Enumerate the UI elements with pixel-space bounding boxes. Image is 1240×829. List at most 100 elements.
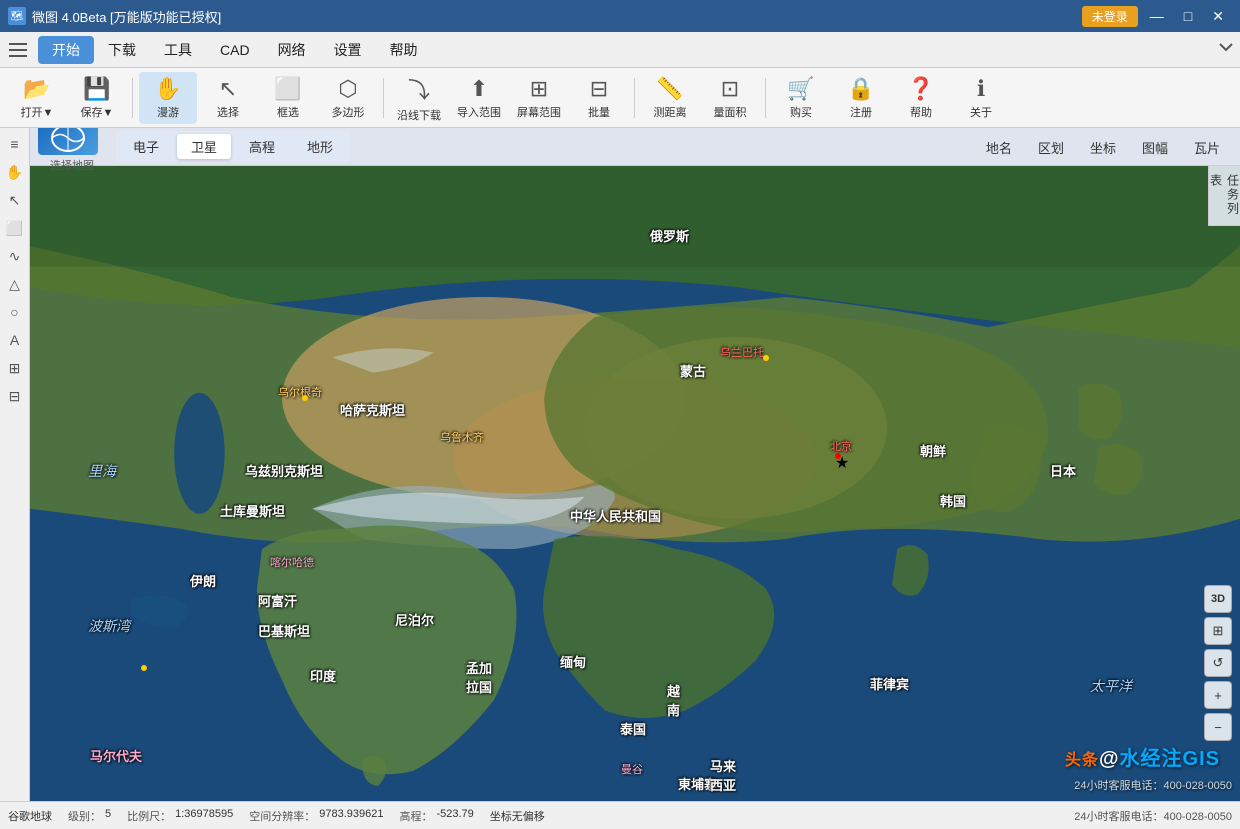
sidebar-tool-2[interactable]: ✋ <box>3 160 27 184</box>
maximize-button[interactable]: □ <box>1176 5 1200 27</box>
minimize-button[interactable]: — <box>1142 5 1172 27</box>
map-btn-mapsheet[interactable]: 图幅 <box>1130 134 1180 161</box>
map-tab-terrain[interactable]: 地形 <box>293 134 347 159</box>
main-layout: ≡ ✋ ↖ ⬜ ∿ △ ○ A ⊞ ⊟ <box>0 128 1240 801</box>
sidebar-tool-10[interactable]: ⊟ <box>3 384 27 408</box>
line-download-button[interactable]: ⤵ 沿线下载 <box>390 72 448 124</box>
menu-item-network[interactable]: 网络 <box>264 36 320 64</box>
sidebar-tool-8[interactable]: A <box>3 328 27 352</box>
task-list-button[interactable]: 任务列表 <box>1208 166 1240 226</box>
toolbar-separator-4 <box>765 78 766 118</box>
register-button[interactable]: 🔒 注册 <box>832 72 890 124</box>
map-tab-group: 电子 卫星 高程 地形 <box>116 131 350 162</box>
select-button[interactable]: ↖ 选择 <box>199 72 257 124</box>
open-button[interactable]: 📂 打开▼ <box>8 72 66 124</box>
purchase-icon: 🛒 <box>787 76 814 102</box>
login-button[interactable]: 未登录 <box>1082 6 1138 27</box>
sidebar-tool-7[interactable]: ○ <box>3 300 27 324</box>
sidebar-tool-5[interactable]: ∿ <box>3 244 27 268</box>
menubar: 开始 下载 工具 CAD 网络 设置 帮助 <box>0 32 1240 68</box>
box-select-button[interactable]: ⬜ 框选 <box>259 72 317 124</box>
sidebar-tool-9[interactable]: ⊞ <box>3 356 27 380</box>
hamburger-menu[interactable] <box>4 36 32 64</box>
polygon-button[interactable]: ⬡ 多边形 <box>319 72 377 124</box>
import-range-button[interactable]: ⬆ 导入范围 <box>450 72 508 124</box>
measure-dist-icon: 📏 <box>656 76 683 102</box>
line-download-label: 沿线下载 <box>397 107 441 123</box>
save-button[interactable]: 💾 保存▼ <box>68 72 126 124</box>
map-btn-region[interactable]: 区划 <box>1026 134 1076 161</box>
ctrl-grid[interactable]: ⊞ <box>1204 617 1232 645</box>
batch-button[interactable]: ⊟ 批量 <box>570 72 628 124</box>
menu-item-help[interactable]: 帮助 <box>376 36 432 64</box>
map-btn-coordinate[interactable]: 坐标 <box>1078 134 1128 161</box>
app-title: 微图 4.0Beta [万能版功能已授权] <box>32 7 221 26</box>
about-button[interactable]: ℹ 关于 <box>952 72 1010 124</box>
toolbar-separator-1 <box>132 78 133 118</box>
map-container[interactable]: 选择地图 电子 卫星 高程 地形 地名 区划 坐标 图幅 瓦片 任务列表 俄罗斯… <box>30 128 1240 801</box>
map-btn-tile[interactable]: 瓦片 <box>1182 134 1232 161</box>
screen-range-icon: ⊞ <box>530 76 548 102</box>
map-tab-elevation[interactable]: 高程 <box>235 134 289 159</box>
sidebar-tool-4[interactable]: ⬜ <box>3 216 27 240</box>
help-button[interactable]: ❓ 帮助 <box>892 72 950 124</box>
polygon-label: 多边形 <box>332 104 365 120</box>
measure-area-label: 量面积 <box>714 104 747 120</box>
titlebar: 🗺 微图 4.0Beta [万能版功能已授权] 未登录 — □ ✕ <box>0 0 1240 32</box>
menu-item-cad[interactable]: CAD <box>206 38 264 62</box>
menu-item-start[interactable]: 开始 <box>38 36 94 64</box>
map-3d-controls: 3D ⊞ ↺ + − <box>1204 585 1232 741</box>
status-resolution: 空间分辨率： 9783.939621 <box>249 808 383 824</box>
roam-icon: ✋ <box>154 76 181 102</box>
toolbar-separator-2 <box>383 78 384 118</box>
titlebar-right: 未登录 — □ ✕ <box>1082 5 1232 27</box>
sidebar-tool-1[interactable]: ≡ <box>3 132 27 156</box>
sidebar-tool-6[interactable]: △ <box>3 272 27 296</box>
map-tab-satellite[interactable]: 卫星 <box>177 134 231 159</box>
polygon-icon: ⬡ <box>338 76 357 102</box>
ctrl-zoom-out[interactable]: − <box>1204 713 1232 741</box>
select-label: 选择 <box>217 104 239 120</box>
map-btn-placename[interactable]: 地名 <box>974 134 1024 161</box>
status-scale-value: 1:36978595 <box>175 808 233 824</box>
menu-item-tools[interactable]: 工具 <box>150 36 206 64</box>
status-elev-label: 高程： <box>399 808 432 824</box>
toolbar-separator-3 <box>634 78 635 118</box>
menu-item-download[interactable]: 下载 <box>94 36 150 64</box>
titlebar-left: 🗺 微图 4.0Beta [万能版功能已授权] <box>8 7 221 26</box>
help-label: 帮助 <box>910 104 932 120</box>
map-logo <box>38 128 98 155</box>
app-icon: 🗺 <box>8 7 26 25</box>
status-coord-value: 坐标无偏移 <box>490 808 545 824</box>
select-icon: ↖ <box>219 76 237 102</box>
map-logo-wrap: 选择地图 <box>38 128 106 173</box>
purchase-label: 购买 <box>790 104 812 120</box>
map-tab-electronic[interactable]: 电子 <box>119 134 173 159</box>
screen-range-label: 屏幕范围 <box>517 104 561 120</box>
close-button[interactable]: ✕ <box>1204 5 1232 27</box>
ctrl-3d[interactable]: 3D <box>1204 585 1232 613</box>
status-scale: 比例尺： 1:36978595 <box>127 808 233 824</box>
roam-button[interactable]: ✋ 漫游 <box>139 72 197 124</box>
watermark: 头条@水经注GIS <box>1065 742 1220 771</box>
measure-dist-button[interactable]: 📏 测距离 <box>641 72 699 124</box>
sidebar-tool-3[interactable]: ↖ <box>3 188 27 212</box>
menu-item-settings[interactable]: 设置 <box>320 36 376 64</box>
status-scale-label: 比例尺： <box>127 808 171 824</box>
measure-area-button[interactable]: ⊡ 量面积 <box>701 72 759 124</box>
map-right-panel: 地名 区划 坐标 图幅 瓦片 <box>974 128 1240 166</box>
save-icon: 💾 <box>83 76 110 102</box>
ctrl-zoom-in[interactable]: + <box>1204 681 1232 709</box>
map-logo-label: 选择地图 <box>50 157 94 173</box>
watermark-support: 24小时客服电话：400-028-0050 <box>1074 777 1232 793</box>
status-elevation: 高程： -523.79 <box>399 808 473 824</box>
screen-range-button[interactable]: ⊞ 屏幕范围 <box>510 72 568 124</box>
roam-label: 漫游 <box>157 104 179 120</box>
import-range-label: 导入范围 <box>457 104 501 120</box>
box-select-label: 框选 <box>277 104 299 120</box>
help-icon: ❓ <box>907 76 934 102</box>
purchase-button[interactable]: 🛒 购买 <box>772 72 830 124</box>
register-icon: 🔒 <box>847 76 874 102</box>
about-label: 关于 <box>970 104 992 120</box>
ctrl-rotate[interactable]: ↺ <box>1204 649 1232 677</box>
